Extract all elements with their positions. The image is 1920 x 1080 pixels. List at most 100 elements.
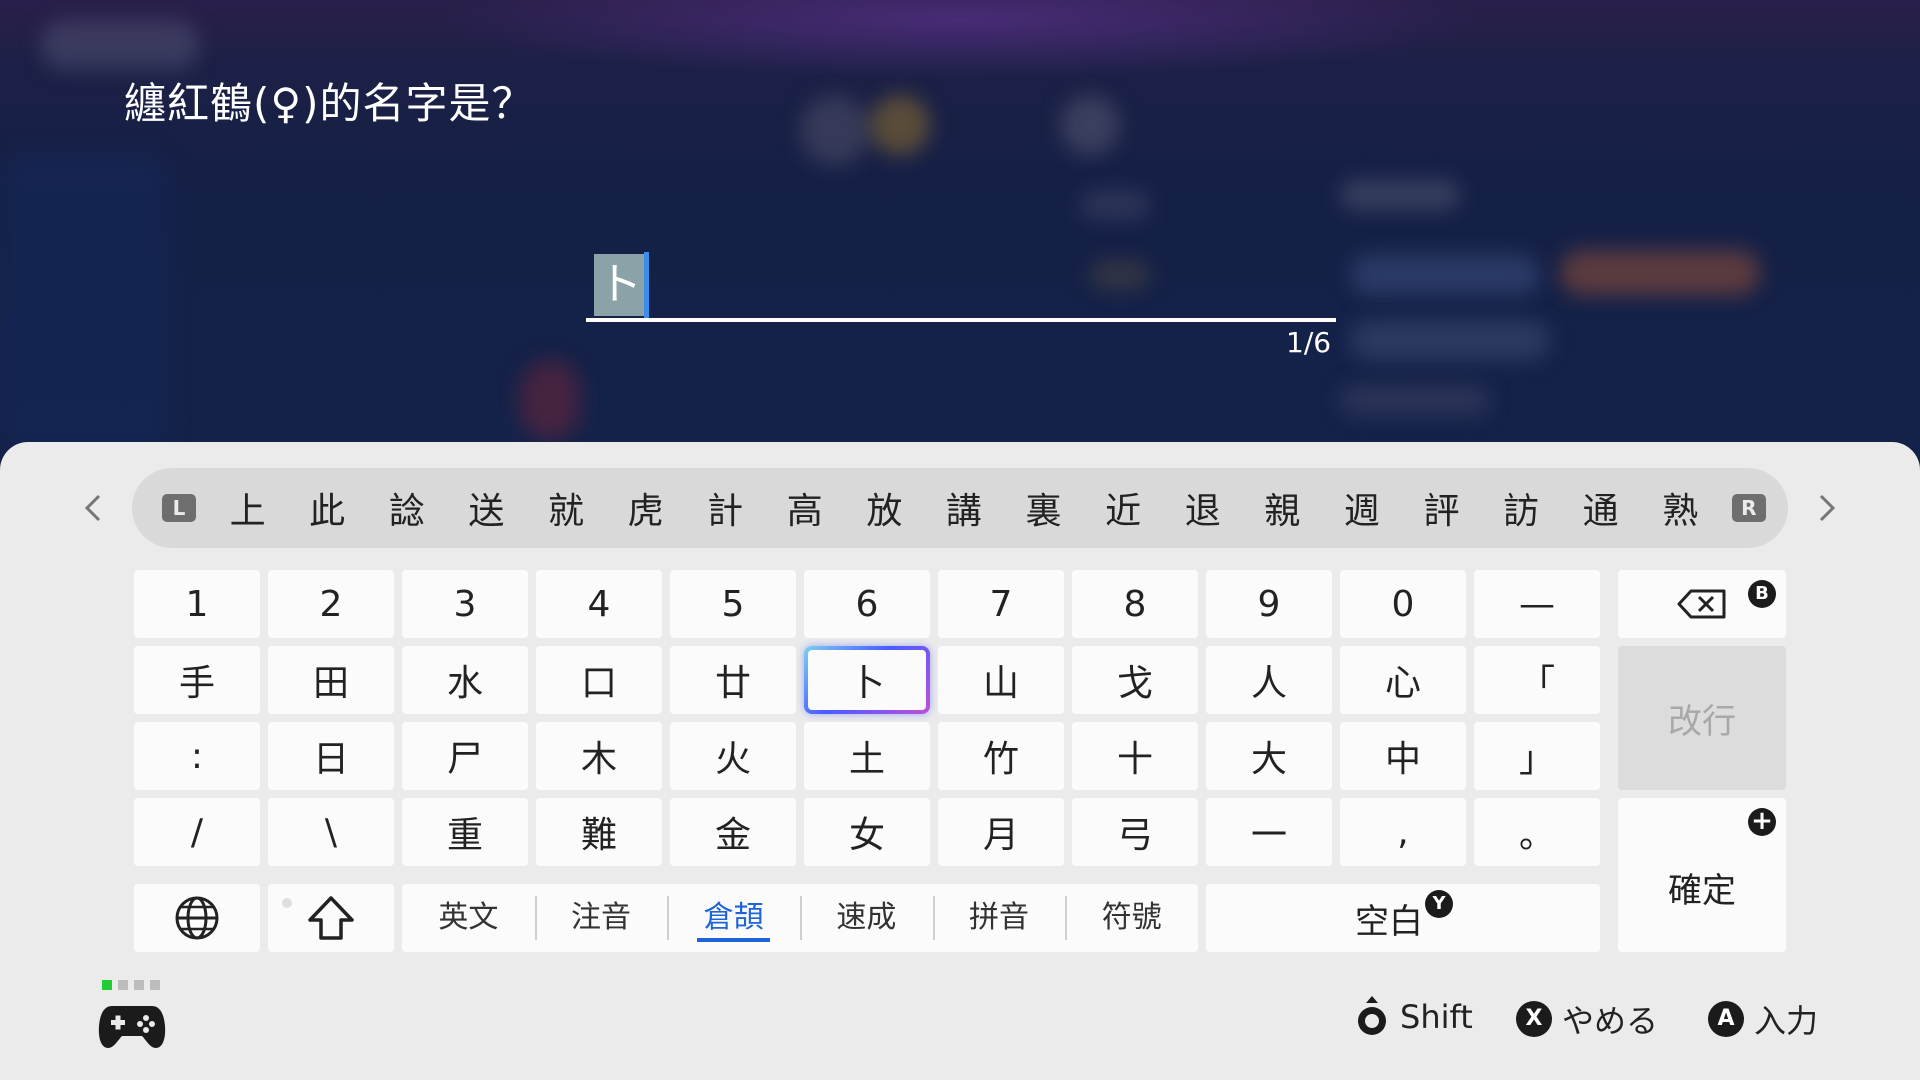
candidate-item[interactable]: 虎 <box>618 482 674 534</box>
key[interactable]: 女 <box>804 798 930 866</box>
language-key[interactable] <box>134 884 260 952</box>
key[interactable]: 8 <box>1072 570 1198 638</box>
candidate-item[interactable]: 上 <box>220 482 276 534</box>
plus-button-badge: + <box>1748 808 1776 836</box>
key[interactable]: 一 <box>1206 798 1332 866</box>
controller-icon <box>98 1006 166 1048</box>
confirm-label: 確定 <box>1668 870 1736 911</box>
key[interactable]: 弓 <box>1072 798 1198 866</box>
key[interactable]: 山 <box>938 646 1064 714</box>
key[interactable]: , <box>1340 798 1466 866</box>
key[interactable]: \ <box>268 798 394 866</box>
candidate-item[interactable]: 訪 <box>1493 482 1549 534</box>
key[interactable]: / <box>134 798 260 866</box>
cancel-hint[interactable]: X やめる <box>1516 996 1658 1042</box>
key[interactable]: 土 <box>804 722 930 790</box>
key[interactable]: 日 <box>268 722 394 790</box>
shift-hint-label: Shift <box>1400 998 1473 1036</box>
key[interactable]: 手 <box>134 646 260 714</box>
text-input[interactable]: ト <box>586 252 1336 322</box>
key[interactable]: 口 <box>536 646 662 714</box>
key[interactable]: 竹 <box>938 722 1064 790</box>
key[interactable]: 7 <box>938 570 1064 638</box>
key[interactable]: 。 <box>1474 798 1600 866</box>
key[interactable]: 大 <box>1206 722 1332 790</box>
candidate-item[interactable]: 裏 <box>1016 482 1072 534</box>
key[interactable]: : <box>134 722 260 790</box>
mode-quick[interactable]: 速成 <box>800 884 933 952</box>
player-led <box>134 980 144 990</box>
b-button-badge: B <box>1748 580 1776 608</box>
candidate-item[interactable]: 諗 <box>379 482 435 534</box>
key[interactable]: 9 <box>1206 570 1332 638</box>
prompt-title: 纏紅鶴(♀)的名字是？ <box>124 79 535 128</box>
candidate-item[interactable]: 熟 <box>1652 482 1708 534</box>
confirm-key[interactable]: 確定 + <box>1618 798 1786 952</box>
key[interactable]: 心 <box>1340 646 1466 714</box>
key[interactable]: 水 <box>402 646 528 714</box>
key[interactable]: 「 <box>1474 646 1600 714</box>
shift-key[interactable] <box>268 884 394 952</box>
candidate-item[interactable]: 通 <box>1573 482 1629 534</box>
candidate-prev-icon[interactable] <box>74 488 114 528</box>
key[interactable]: 火 <box>670 722 796 790</box>
key[interactable]: 6 <box>804 570 930 638</box>
input-mode-bar: 英文 注音 倉頡 速成 拼音 符號 <box>402 884 1198 952</box>
key[interactable]: 難 <box>536 798 662 866</box>
key[interactable]: 4 <box>536 570 662 638</box>
key[interactable]: 田 <box>268 646 394 714</box>
candidate-next-icon[interactable] <box>1806 488 1846 528</box>
candidate-item[interactable]: 週 <box>1334 482 1390 534</box>
key[interactable]: 廿 <box>670 646 796 714</box>
enter-hint[interactable]: A 入力 <box>1708 996 1818 1042</box>
candidate-item[interactable]: 講 <box>936 482 992 534</box>
key[interactable]: 中 <box>1340 722 1466 790</box>
candidate-item[interactable]: 送 <box>458 482 514 534</box>
key[interactable]: 尸 <box>402 722 528 790</box>
mode-pinyin[interactable]: 拼音 <box>932 884 1066 952</box>
player-indicator <box>102 980 160 990</box>
key[interactable]: 3 <box>402 570 528 638</box>
key[interactable]: 月 <box>938 798 1064 866</box>
key[interactable]: 十 <box>1072 722 1198 790</box>
space-label: 空白 <box>1355 901 1423 942</box>
key[interactable]: 木 <box>536 722 662 790</box>
a-button-badge: A <box>1708 1001 1744 1037</box>
candidate-item[interactable]: 高 <box>777 482 833 534</box>
key[interactable]: 金 <box>670 798 796 866</box>
key[interactable]: 戈 <box>1072 646 1198 714</box>
x-button-badge: X <box>1516 1001 1552 1037</box>
globe-icon <box>175 896 219 940</box>
player-led <box>150 980 160 990</box>
game-background <box>0 0 1920 460</box>
l-button-badge: L <box>162 494 196 522</box>
mode-english[interactable]: 英文 <box>402 884 535 952</box>
candidate-item[interactable]: 親 <box>1254 482 1310 534</box>
candidate-item[interactable]: 計 <box>697 482 753 534</box>
key[interactable]: 5 <box>670 570 796 638</box>
key[interactable]: 人 <box>1206 646 1332 714</box>
space-key[interactable]: 空白 Y <box>1206 884 1600 952</box>
key[interactable]: 重 <box>402 798 528 866</box>
player-led <box>102 980 112 990</box>
mode-symbols[interactable]: 符號 <box>1065 884 1198 952</box>
candidate-item[interactable]: 退 <box>1175 482 1231 534</box>
shift-indicator-dot <box>282 898 292 908</box>
key[interactable]: 1 <box>134 570 260 638</box>
key[interactable]: 2 <box>268 570 394 638</box>
key[interactable]: — <box>1474 570 1600 638</box>
mode-cangjie[interactable]: 倉頡 <box>667 884 800 952</box>
y-button-badge: Y <box>1425 890 1453 918</box>
key[interactable]: 0 <box>1340 570 1466 638</box>
candidate-item[interactable]: 評 <box>1414 482 1470 534</box>
mode-zhuyin[interactable]: 注音 <box>534 884 668 952</box>
shift-hint: Shift <box>1354 996 1473 1038</box>
candidate-item[interactable]: 近 <box>1095 482 1151 534</box>
key-selected[interactable]: 卜 <box>804 646 930 714</box>
candidate-item[interactable]: 就 <box>538 482 594 534</box>
key[interactable]: 」 <box>1474 722 1600 790</box>
backspace-key[interactable]: B <box>1618 570 1786 638</box>
composing-character: ト <box>594 254 646 316</box>
candidate-item[interactable]: 放 <box>856 482 912 534</box>
candidate-item[interactable]: 此 <box>299 482 355 534</box>
